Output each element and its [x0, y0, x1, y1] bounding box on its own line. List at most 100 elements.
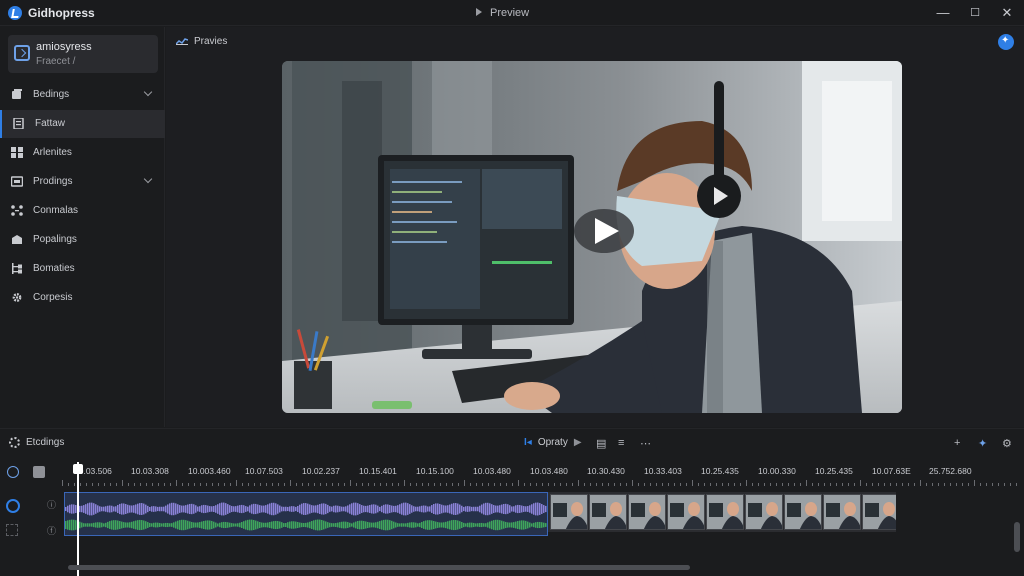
sidebar-item-label: Prodings	[33, 176, 73, 187]
ruler-tick	[350, 480, 351, 486]
sidebar-item-corpesis[interactable]: Corpesis	[0, 284, 165, 312]
waveform-bar	[403, 502, 405, 516]
waveform-bar	[95, 504, 97, 514]
waveform-bar	[359, 520, 361, 530]
waveform-bar	[251, 504, 253, 514]
waveform-bar	[377, 521, 379, 529]
track-video-icon[interactable]	[6, 499, 20, 513]
sidebar-item-label: Bedings	[33, 89, 70, 100]
waveform-bar	[71, 504, 73, 514]
snap-icon[interactable]	[33, 466, 45, 478]
waveform-bar	[187, 504, 189, 514]
ruler-tick	[206, 483, 207, 486]
waveform-bar	[529, 522, 531, 528]
waveform-bar	[335, 523, 337, 527]
waveform-bar	[491, 504, 493, 514]
waveform-bar	[93, 522, 95, 528]
waveform-bar	[109, 505, 111, 513]
waveform-bar	[323, 503, 325, 515]
waveform-bar	[421, 521, 423, 529]
waveform-bar	[455, 520, 457, 530]
waveform-bar	[133, 521, 135, 529]
ruler-tick	[62, 480, 63, 486]
sidebar-item-bedings[interactable]: Bedings	[0, 81, 165, 109]
waveform	[65, 502, 547, 531]
waveform-bar	[141, 503, 143, 515]
ruler-tick	[758, 483, 759, 486]
waveform-bar	[157, 506, 159, 512]
audio-clip[interactable]	[64, 492, 548, 536]
gear-icon[interactable]	[9, 437, 20, 448]
close-button[interactable]: ✕	[998, 4, 1016, 22]
waveform-bar	[333, 523, 335, 527]
horizontal-scrollbar[interactable]	[68, 565, 690, 570]
maximize-button[interactable]: ☐	[966, 4, 984, 22]
track-mute-icon[interactable]: ⓕ	[47, 524, 56, 537]
sidebar-item-prodings[interactable]: Prodings	[0, 168, 165, 196]
playhead[interactable]	[77, 462, 79, 576]
track-audio-icon[interactable]	[6, 524, 18, 536]
video-clip[interactable]	[548, 492, 896, 532]
video-preview[interactable]	[282, 61, 902, 413]
ruler-tick	[590, 483, 591, 486]
waveform-bar	[235, 506, 237, 512]
folder-icon[interactable]: ▤	[596, 437, 606, 450]
waveform-bar	[499, 505, 501, 513]
waveform-bar	[289, 521, 291, 529]
waveform-bar	[523, 506, 525, 512]
waveform-bar	[155, 522, 157, 528]
waveform-bar	[217, 523, 219, 527]
link-icon[interactable]: ⋯	[640, 437, 651, 450]
waveform-bar	[367, 521, 369, 529]
waveform-bar	[117, 504, 119, 514]
waveform-bar	[431, 520, 433, 530]
minimize-button[interactable]: —	[934, 4, 952, 22]
waveform-bar	[445, 505, 447, 513]
ruler-tick	[68, 483, 69, 486]
waveform-bar	[539, 503, 541, 515]
ruler-tick	[842, 483, 843, 486]
stack-icon[interactable]: ≡	[618, 437, 624, 449]
vertical-scrollbar[interactable]	[1014, 522, 1020, 552]
waveform-bar	[267, 504, 269, 514]
chevron-down-icon	[143, 87, 153, 97]
ruler-tick	[902, 483, 903, 486]
waveform-bar	[371, 504, 373, 514]
sidebar-item-popalings[interactable]: Popalings	[0, 226, 165, 254]
ruler-tick	[500, 483, 501, 486]
waveform-bar	[387, 504, 389, 514]
sidebar-item-bomaties[interactable]: Bomaties	[0, 255, 165, 283]
target-icon[interactable]	[7, 466, 19, 478]
track-lock-icon[interactable]: ⓘ	[47, 498, 56, 511]
sidebar-item-arlenites[interactable]: Arlenites	[0, 139, 165, 167]
preview-tab[interactable]: Pravies	[176, 36, 227, 47]
add-icon[interactable]: +	[954, 437, 960, 449]
magic-tool-icon[interactable]	[998, 34, 1014, 50]
waveform-bar	[343, 506, 345, 512]
waveform-bar	[355, 521, 357, 529]
sidebar-item-conmalas[interactable]: Conmalas	[0, 197, 165, 225]
project-card[interactable]: amiosyress Fraecet /	[8, 35, 158, 73]
waveform-bar	[241, 522, 243, 528]
waveform-bar	[211, 520, 213, 530]
waveform-bar	[279, 505, 281, 513]
ruler-tick	[74, 483, 75, 486]
sidebar-item-fattaw[interactable]: Fattaw	[0, 110, 165, 138]
magic-icon[interactable]: ✦	[978, 437, 987, 450]
timeline-mode-select[interactable]: I◂ Opraty ▶	[524, 437, 582, 448]
settings-icon[interactable]: ⚙	[1002, 437, 1012, 450]
waveform-bar	[163, 506, 165, 512]
waveform-bar	[171, 502, 173, 516]
waveform-bar	[437, 522, 439, 528]
ruler-tick	[824, 483, 825, 486]
waveform-bar	[425, 505, 427, 513]
waveform-bar	[101, 506, 103, 512]
waveform-bar	[221, 522, 223, 528]
ruler-tick	[212, 483, 213, 486]
ruler-tick	[830, 483, 831, 486]
waveform-bar	[433, 503, 435, 515]
waveform-bar	[257, 504, 259, 514]
waveform-bar	[327, 522, 329, 528]
waveform-bar	[457, 520, 459, 530]
ruler-tick	[962, 483, 963, 486]
